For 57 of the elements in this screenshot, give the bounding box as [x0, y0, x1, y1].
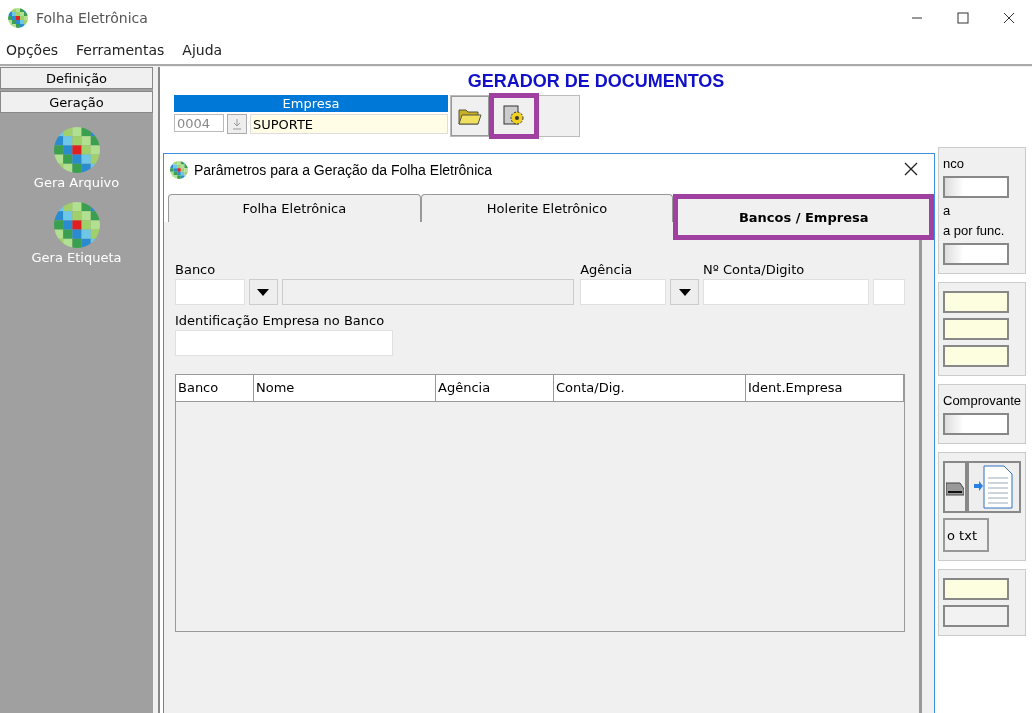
document-icon	[974, 464, 1014, 510]
menu-item[interactable]: Ferramentas	[76, 42, 165, 58]
toolbar-button[interactable]	[451, 96, 489, 136]
caret-icon	[678, 288, 691, 296]
column-header[interactable]: Ident.Empresa	[746, 375, 904, 401]
column-header[interactable]: Agência	[436, 375, 554, 401]
empresa-header: Empresa	[174, 95, 448, 112]
app-logo-icon	[53, 127, 100, 173]
section-button[interactable]: Geração	[0, 91, 153, 113]
dropdown-button[interactable]	[670, 279, 699, 305]
menu-item[interactable]: Ajuda	[182, 42, 223, 58]
bank-code-field[interactable]	[175, 279, 245, 305]
print-button[interactable]	[943, 461, 967, 513]
field-label: nco	[943, 156, 964, 171]
dialog-title: Parâmetros para a Geração da Folha Eletrônica	[194, 162, 494, 178]
app-logo-icon	[53, 202, 100, 248]
tab[interactable]: Holerite Eletrônico	[420, 194, 674, 222]
input-field[interactable]	[943, 291, 1009, 313]
column-header[interactable]: Conta/Dig.	[554, 375, 746, 401]
field-label: Agência	[580, 262, 634, 277]
tab[interactable]: Bancos / Empresa	[673, 194, 934, 240]
field-label: a	[943, 203, 951, 218]
column-header[interactable]: Nome	[254, 375, 436, 401]
digit-field[interactable]	[873, 279, 905, 305]
field-label: Comprovante	[943, 393, 1022, 408]
tab[interactable]: Folha Eletrônica	[168, 194, 421, 222]
input-field[interactable]	[943, 605, 1009, 627]
input-field[interactable]	[943, 318, 1009, 340]
app-logo-icon	[170, 161, 188, 179]
input-field[interactable]	[943, 345, 1009, 367]
toolbar-button[interactable]	[489, 93, 539, 139]
dropdown-button[interactable]	[249, 279, 278, 305]
window-title: Folha Eletrônica	[36, 10, 149, 26]
input-field[interactable]	[943, 243, 1009, 265]
code-field[interactable]: 0004	[174, 114, 224, 132]
input-field[interactable]	[943, 413, 1009, 435]
column-header[interactable]: Banco	[176, 375, 254, 401]
gear-icon	[503, 105, 525, 127]
caret-icon	[257, 288, 270, 296]
download-icon	[232, 118, 242, 130]
input-field[interactable]	[943, 176, 1009, 198]
company-id-field[interactable]	[175, 330, 393, 356]
field-label: Banco	[175, 262, 217, 277]
field-label: a por func.	[943, 223, 1005, 238]
agency-field[interactable]	[580, 279, 667, 305]
section-button[interactable]: Definição	[0, 67, 153, 89]
input-field[interactable]	[943, 578, 1009, 600]
text-file-button[interactable]: o txt	[943, 518, 989, 552]
lookup-button[interactable]	[227, 114, 247, 134]
field-label: Nº Conta/Digito	[703, 262, 806, 277]
page-title: GERADOR DE DOCUMENTOS	[466, 70, 726, 93]
account-field[interactable]	[703, 279, 869, 305]
field-label: Identificação Empresa no Banco	[175, 313, 386, 328]
folder-icon	[458, 106, 482, 126]
menu-item[interactable]: Opções	[6, 42, 59, 58]
company-name-field[interactable]: SUPORTE	[250, 114, 448, 134]
app-logo-icon	[8, 8, 28, 28]
